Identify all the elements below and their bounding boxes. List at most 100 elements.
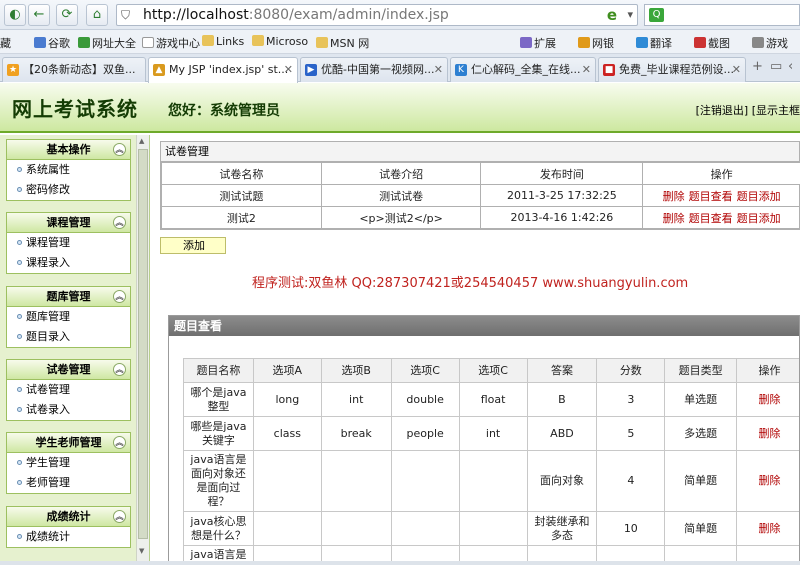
refresh-button[interactable]: ⟳: [56, 4, 78, 26]
close-icon[interactable]: ✕: [582, 58, 591, 81]
menu-group-header[interactable]: 试卷管理 ︽: [7, 360, 130, 380]
collapse-icon[interactable]: ︽: [113, 436, 126, 449]
question-name: 哪个是java整型: [183, 382, 254, 417]
scroll-down-icon[interactable]: ▼: [139, 547, 144, 555]
sidebar-scrollbar[interactable]: ▲ ▼: [136, 135, 149, 565]
new-tab-icon[interactable]: +: [752, 59, 763, 74]
menu-group-course: 课程管理 ︽ 课程管理 课程录入: [6, 212, 131, 274]
menu-group-header[interactable]: 学生老师管理 ︽: [7, 433, 130, 453]
bullet-icon: [17, 240, 22, 245]
system-title: 网上考试系统: [12, 97, 138, 121]
collapse-icon[interactable]: ︽: [113, 510, 126, 523]
tab-list-icon[interactable]: ▭: [770, 59, 782, 74]
toolbar-extensions[interactable]: 扩展: [520, 35, 556, 51]
menu-item-student-manage[interactable]: 学生管理: [7, 453, 130, 473]
add-question-link[interactable]: 题目添加: [737, 190, 781, 203]
browser-tab[interactable]: K 仁心解码_全集_在线... ✕: [450, 57, 596, 82]
question-type: 单选题: [664, 382, 738, 417]
toolbar-games[interactable]: 游戏: [752, 35, 788, 51]
menu-group-header[interactable]: 基本操作 ︽: [7, 140, 130, 160]
delete-link[interactable]: 删除: [736, 450, 799, 512]
menu-group-header[interactable]: 题库管理 ︽: [7, 287, 130, 307]
header-links[interactable]: [注销退出] [显示主框: [696, 102, 800, 118]
close-icon[interactable]: ✕: [434, 58, 443, 81]
scrollbar-thumb[interactable]: [138, 149, 148, 539]
browser-tab[interactable]: ■ 免费_毕业课程范例设... ✕: [598, 57, 746, 82]
bookmark-item[interactable]: Microso: [252, 35, 308, 48]
browser-tab-active[interactable]: ▲ My JSP 'index.jsp' st... ✕: [148, 57, 298, 83]
back-button[interactable]: ←: [28, 4, 50, 26]
bookmark-item[interactable]: 网址大全: [78, 35, 136, 51]
delete-link[interactable]: 删除: [663, 190, 685, 203]
bookmark-item[interactable]: Links: [202, 35, 244, 48]
menu-item-question-entry[interactable]: 题目录入: [7, 327, 130, 347]
answer: 面向对象: [526, 450, 598, 512]
toolbar-banking[interactable]: 网银: [578, 35, 614, 51]
page-icon: ▲: [153, 64, 165, 76]
collapse-icon[interactable]: ︽: [113, 290, 126, 303]
chevron-left-icon[interactable]: ‹: [788, 59, 793, 74]
add-paper-button[interactable]: 添加: [160, 237, 226, 254]
menu-item-score-stats[interactable]: 成绩统计: [7, 527, 130, 547]
collapse-icon[interactable]: ︽: [113, 216, 126, 229]
collapse-icon[interactable]: ︽: [113, 143, 126, 156]
scroll-up-icon[interactable]: ▲: [139, 137, 144, 145]
menu-item-teacher-manage[interactable]: 老师管理: [7, 473, 130, 493]
option-d: [458, 450, 528, 512]
menu-item-paper-entry[interactable]: 试卷录入: [7, 400, 130, 420]
ie-mode-icon[interactable]: e: [607, 6, 617, 24]
column-header: 答案: [526, 358, 598, 383]
option-b: int: [320, 382, 392, 417]
paper-name: 测试2: [161, 206, 322, 229]
bookmark-item[interactable]: MSN 网: [316, 35, 369, 51]
bookmarks-bar: 藏 谷歌 网址大全 游戏中心 Links Microso MSN 网 扩展 网银…: [0, 30, 800, 54]
option-d: [458, 511, 528, 546]
bookmark-item[interactable]: 藏: [0, 35, 11, 51]
browser-tab[interactable]: ▶ 优酷-中国第一视频网... ✕: [300, 57, 448, 82]
menu-group-header[interactable]: 成绩统计 ︽: [7, 507, 130, 527]
collapse-icon[interactable]: ︽: [113, 363, 126, 376]
paper-ops: 删除 题目查看 题目添加: [642, 184, 800, 207]
shield-icon: ⛉: [121, 8, 131, 22]
menu-item-paper-manage[interactable]: 试卷管理: [7, 380, 130, 400]
view-questions-link[interactable]: 题目查看: [689, 212, 733, 225]
paper-name: 测试试题: [161, 184, 322, 207]
url-field[interactable]: ⛉ http://localhost:8080/exam/admin/index…: [116, 4, 638, 26]
view-questions-link[interactable]: 题目查看: [689, 190, 733, 203]
delete-link[interactable]: 删除: [736, 511, 799, 546]
search-input[interactable]: Q: [644, 4, 800, 26]
column-header: 试卷介绍: [320, 162, 482, 185]
bullet-icon: [17, 314, 22, 319]
bookmark-item[interactable]: 游戏中心: [142, 35, 200, 51]
add-question-link[interactable]: 题目添加: [737, 212, 781, 225]
toolbar-translate[interactable]: 翻译: [636, 35, 672, 51]
close-icon[interactable]: ✕: [732, 58, 741, 81]
table-header-row: 试卷名称 试卷介绍 发布时间 操作: [161, 162, 800, 185]
browser-tab[interactable]: ★ 【20条新动态】双鱼...: [2, 57, 146, 82]
column-header: 选项B: [320, 358, 392, 383]
column-header: 操作: [642, 162, 800, 185]
bookmark-item[interactable]: 谷歌: [34, 35, 70, 51]
menu-item-course-manage[interactable]: 课程管理: [7, 233, 130, 253]
close-icon[interactable]: ✕: [284, 58, 293, 81]
paper-time: 2011-3-25 17:32:25: [480, 184, 644, 207]
menu-group-question-bank: 题库管理 ︽ 题库管理 题目录入: [6, 286, 131, 348]
menu-group-paper: 试卷管理 ︽ 试卷管理 试卷录入: [6, 359, 131, 421]
delete-link[interactable]: 删除: [736, 382, 799, 417]
chevron-down-icon[interactable]: ▾: [627, 8, 633, 21]
bullet-icon: [17, 387, 22, 392]
delete-link[interactable]: 删除: [736, 416, 799, 451]
bullet-icon: [17, 334, 22, 339]
search-engine-icon[interactable]: Q: [649, 8, 664, 22]
delete-link[interactable]: 删除: [663, 212, 685, 225]
menu-item-change-password[interactable]: 密码修改: [7, 180, 130, 200]
menu-item-course-entry[interactable]: 课程录入: [7, 253, 130, 273]
toolbar-screenshot[interactable]: 截图: [694, 35, 730, 51]
bullet-icon: [17, 480, 22, 485]
menu-item-bank-manage[interactable]: 题库管理: [7, 307, 130, 327]
paper-table: 试卷名称 试卷介绍 发布时间 操作 测试试题 测试试卷 2011-3-25 17…: [161, 162, 800, 229]
menu-item-system-properties[interactable]: 系统属性: [7, 160, 130, 180]
option-c: double: [390, 382, 460, 417]
menu-group-header[interactable]: 课程管理 ︽: [7, 213, 130, 233]
home-button[interactable]: ⌂: [86, 4, 108, 26]
